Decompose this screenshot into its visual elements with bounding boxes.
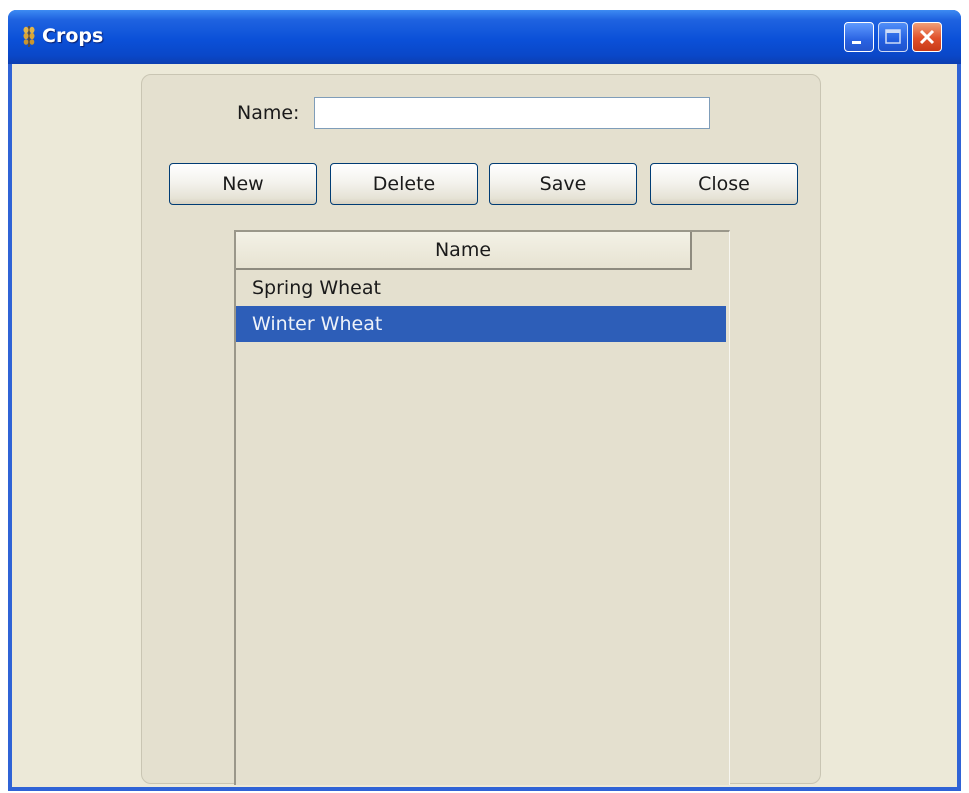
- window-title: Crops: [42, 25, 104, 47]
- maximize-button[interactable]: [878, 22, 908, 52]
- crops-table: Name Spring Wheat Winter Wheat: [234, 230, 730, 785]
- table-rows: Spring Wheat Winter Wheat: [236, 270, 726, 342]
- close-button[interactable]: Close: [650, 163, 798, 205]
- name-input[interactable]: [314, 97, 710, 129]
- title-bar[interactable]: Crops: [8, 10, 961, 64]
- minimize-icon: [852, 41, 861, 44]
- minimize-button[interactable]: [844, 22, 874, 52]
- row-name: Spring Wheat: [252, 277, 381, 299]
- table-row[interactable]: Spring Wheat: [236, 270, 726, 306]
- column-header-name[interactable]: Name: [236, 232, 692, 270]
- crops-window: Crops Name: New Delete Save Close Name S…: [8, 10, 961, 791]
- window-client-area: Name: New Delete Save Close Name Spring …: [12, 64, 957, 787]
- maximize-icon: [885, 29, 901, 44]
- delete-button[interactable]: Delete: [330, 163, 478, 205]
- close-window-button[interactable]: [912, 22, 942, 52]
- name-label: Name:: [237, 102, 300, 124]
- app-icon: [22, 24, 36, 48]
- save-button[interactable]: Save: [489, 163, 637, 205]
- table-row-selected[interactable]: Winter Wheat: [236, 306, 726, 342]
- close-icon: [919, 29, 935, 45]
- row-name: Winter Wheat: [252, 313, 383, 335]
- new-button[interactable]: New: [169, 163, 317, 205]
